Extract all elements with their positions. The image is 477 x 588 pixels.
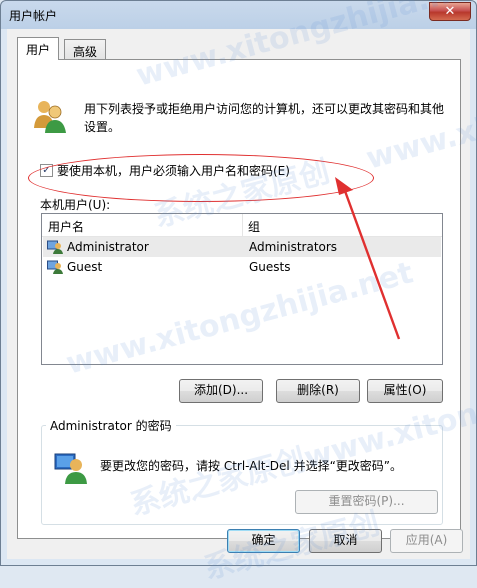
tab-advanced[interactable]: 高级 [64,39,107,59]
local-users-list[interactable]: 用户名 组 Administrator Administrators Guest… [41,213,443,365]
user-icon [47,260,63,274]
local-users-label: 本机用户(U): [40,198,111,212]
user-name: Administrator [67,240,149,254]
column-divider[interactable] [242,214,243,236]
title-bar[interactable]: 用户帐户 ✕ [1,1,476,29]
ok-button[interactable]: 确定 [227,529,300,553]
tab-users[interactable]: 用户 [17,37,60,60]
remove-user-button[interactable]: 删除(R) [276,379,360,403]
properties-button[interactable]: 属性(O) [367,379,443,403]
user-icon [47,240,63,254]
list-item-administrator[interactable]: Administrator Administrators [43,237,441,257]
password-group-title: Administrator 的密码 [46,417,176,434]
cancel-button[interactable]: 取消 [309,529,382,553]
user-name: Guest [67,260,103,274]
reset-password-button[interactable]: 重置密码(P)... [295,490,438,514]
password-user-icon [54,453,87,484]
add-user-button[interactable]: 添加(D)... [179,379,263,403]
users-icon [34,101,66,133]
column-group[interactable]: 组 [248,218,260,235]
close-button[interactable]: ✕ [429,2,471,21]
dialog-client-area: 用户 高级 用下列表授予或拒绝用户访问您的计算机，还可以更改其密码和其他设置。 … [7,29,470,559]
window-title: 用户帐户 [9,9,58,23]
require-login-checkbox[interactable]: ✓ [40,164,53,177]
list-header: 用户名 组 [42,214,442,237]
column-username[interactable]: 用户名 [48,218,84,235]
user-group: Administrators [249,240,338,254]
password-info-text: 要更改您的密码，请按 Ctrl-Alt-Del 并选择“更改密码”。 [100,459,403,473]
user-accounts-dialog: 用户帐户 ✕ 用户 高级 用下列表授予或拒绝用户访问您的计算机，还可以更改其密码… [0,0,477,587]
list-item-guest[interactable]: Guest Guests [43,257,441,277]
require-login-label[interactable]: 要使用本机，用户必须输入用户名和密码(E) [57,162,290,179]
users-tab-panel: 用下列表授予或拒绝用户访问您的计算机，还可以更改其密码和其他设置。 ✓ 要使用本… [17,59,461,539]
user-group: Guests [249,260,291,274]
require-login-row[interactable]: ✓ 要使用本机，用户必须输入用户名和密码(E) [40,162,290,179]
intro-text: 用下列表授予或拒绝用户访问您的计算机，还可以更改其密码和其他设置。 [84,102,445,134]
apply-button[interactable]: 应用(A) [390,529,463,553]
